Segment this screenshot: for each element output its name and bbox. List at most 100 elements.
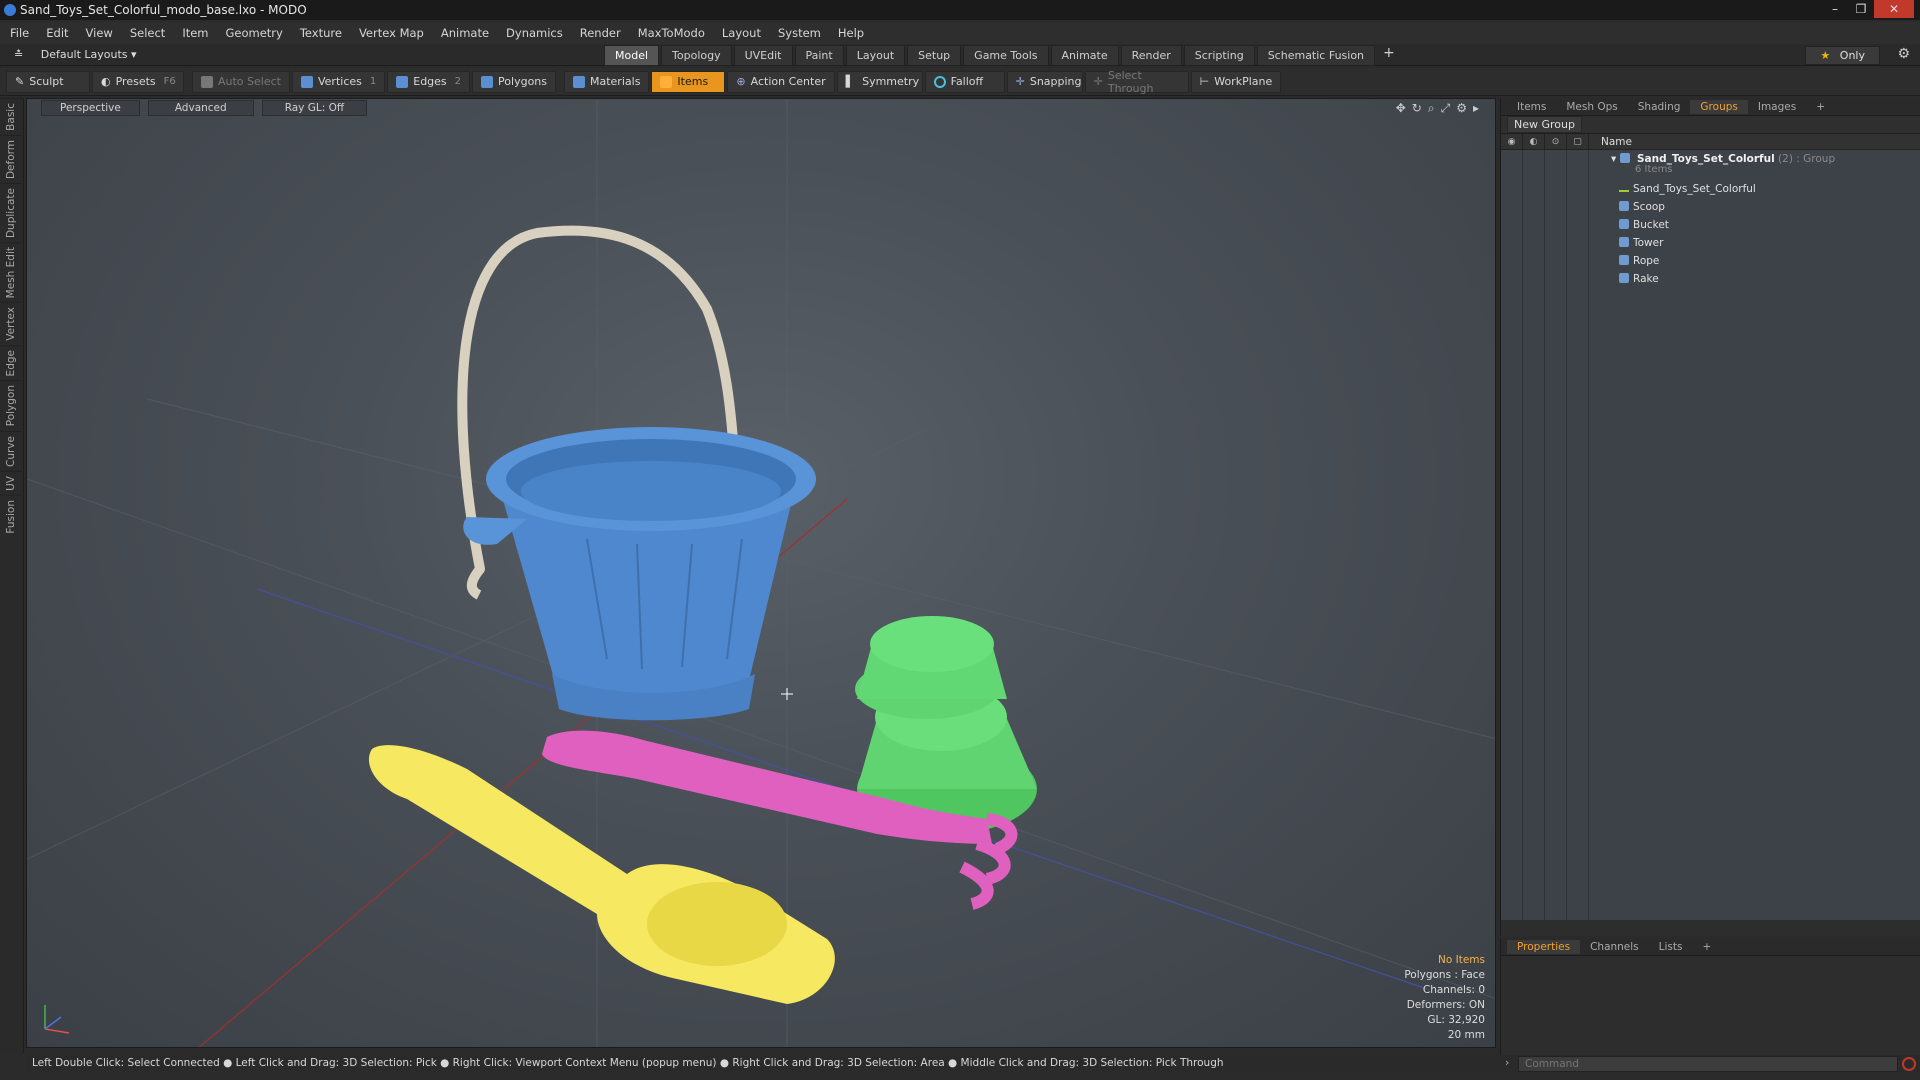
- tab-animate[interactable]: Animate: [1050, 45, 1119, 66]
- add-panel-tab-button[interactable]: +: [1806, 100, 1835, 114]
- tree-item-rake[interactable]: Rake: [1501, 270, 1920, 288]
- tree-item-rope[interactable]: Rope: [1501, 252, 1920, 270]
- workplane-button[interactable]: ⊢ WorkPlane: [1190, 70, 1282, 93]
- tab-layout[interactable]: Layout: [845, 45, 906, 66]
- items-button[interactable]: Items: [651, 70, 726, 93]
- tree-item-locator[interactable]: Sand_Toys_Set_Colorful: [1501, 180, 1920, 198]
- select-through-button[interactable]: ✛ Select Through: [1084, 69, 1189, 95]
- auto-select-button[interactable]: Auto Select: [192, 70, 290, 93]
- tab-uvedit[interactable]: UVEdit: [733, 45, 793, 66]
- tab-scripting[interactable]: Scripting: [1183, 45, 1255, 66]
- vertices-button[interactable]: Vertices 1: [291, 70, 386, 93]
- tab-render[interactable]: Render: [1120, 45, 1182, 66]
- tab-mesh-ops[interactable]: Mesh Ops: [1556, 100, 1627, 114]
- materials-icon: [573, 75, 585, 88]
- viewport-expand-icon[interactable]: ▸: [1473, 101, 1479, 116]
- tab-topology[interactable]: Topology: [661, 45, 732, 66]
- tab-polygon[interactable]: Polygon: [0, 380, 22, 431]
- tree-item-bucket[interactable]: Bucket: [1501, 216, 1920, 234]
- menu-select[interactable]: Select: [130, 26, 165, 40]
- only-toggle-button[interactable]: ★ Only: [1805, 46, 1880, 65]
- expand-arrow-icon[interactable]: ▾: [1611, 153, 1616, 165]
- menu-geometry[interactable]: Geometry: [226, 26, 283, 40]
- tab-paint[interactable]: Paint: [794, 45, 844, 66]
- tab-edge[interactable]: Edge: [0, 344, 22, 381]
- menu-help[interactable]: Help: [838, 26, 864, 40]
- minimize-button[interactable]: –: [1822, 0, 1848, 18]
- select-through-icon: ✛: [1093, 75, 1103, 88]
- menu-texture[interactable]: Texture: [300, 26, 342, 40]
- tab-properties[interactable]: Properties: [1507, 939, 1581, 954]
- render-column-icon[interactable]: ◐: [1523, 134, 1545, 149]
- 3d-viewport[interactable]: Perspective Advanced Ray GL: Off ✥ ↻ ⌕ ⤢…: [26, 98, 1496, 1048]
- fit-view-icon[interactable]: ⤢: [1441, 101, 1451, 116]
- tab-deform[interactable]: Deform: [0, 134, 22, 183]
- tab-duplicate[interactable]: Duplicate: [0, 182, 22, 242]
- add-tab-button[interactable]: +: [1377, 45, 1401, 66]
- gear-icon[interactable]: ⚙: [1897, 46, 1910, 62]
- mesh-icon: [1619, 255, 1629, 265]
- perspective-dropdown[interactable]: Perspective: [41, 100, 140, 116]
- menu-system[interactable]: System: [778, 26, 821, 40]
- menu-dynamics[interactable]: Dynamics: [506, 26, 563, 40]
- tree-item-label: Rope: [1633, 255, 1660, 267]
- visibility-column-icon[interactable]: ◉: [1501, 134, 1523, 149]
- materials-button[interactable]: Materials: [564, 70, 650, 93]
- tab-setup[interactable]: Setup: [907, 45, 962, 66]
- menu-layout[interactable]: Layout: [722, 26, 761, 40]
- action-center-button[interactable]: ⊕ Action Center: [727, 70, 835, 93]
- falloff-button[interactable]: Falloff: [924, 70, 1005, 93]
- menu-edit[interactable]: Edit: [46, 26, 68, 40]
- tab-basic[interactable]: Basic: [0, 98, 22, 135]
- tab-vertex[interactable]: Vertex: [0, 302, 22, 345]
- menu-render[interactable]: Render: [580, 26, 621, 40]
- tab-shading[interactable]: Shading: [1628, 100, 1691, 114]
- tab-lists[interactable]: Lists: [1649, 940, 1693, 954]
- default-layouts-dropdown[interactable]: ≛ Default Layouts ▾: [14, 48, 137, 61]
- tab-channels[interactable]: Channels: [1580, 940, 1649, 954]
- tab-uv[interactable]: UV: [0, 470, 22, 495]
- tab-items[interactable]: Items: [1507, 100, 1556, 114]
- add-properties-tab-button[interactable]: +: [1692, 940, 1721, 954]
- items-icon: [660, 75, 673, 88]
- gl-count-info: GL: 32,920: [1427, 1014, 1485, 1026]
- menu-item[interactable]: Item: [182, 26, 208, 40]
- advanced-dropdown[interactable]: Advanced: [147, 100, 254, 116]
- select-column-icon[interactable]: ▢: [1567, 134, 1589, 149]
- lock-column-icon[interactable]: ⊙: [1545, 134, 1567, 149]
- viewport-settings-icon[interactable]: ⚙: [1456, 101, 1467, 116]
- menu-maxtomodo[interactable]: MaxToModo: [638, 26, 705, 40]
- group-visibility-toggle[interactable]: [1501, 150, 1523, 180]
- status-bar: Left Double Click: Select Connected ● Le…: [26, 1055, 1500, 1071]
- menu-vertex-map[interactable]: Vertex Map: [359, 26, 424, 40]
- menu-file[interactable]: File: [10, 26, 29, 40]
- raygl-dropdown[interactable]: Ray GL: Off: [261, 100, 368, 116]
- sculpt-button[interactable]: ✎ Sculpt: [6, 70, 90, 93]
- menu-animate[interactable]: Animate: [441, 26, 489, 40]
- zoom-view-icon[interactable]: ⌕: [1428, 101, 1435, 116]
- tree-item-tower[interactable]: Tower: [1501, 234, 1920, 252]
- tab-mesh-edit[interactable]: Mesh Edit: [0, 241, 22, 303]
- polygons-button[interactable]: Polygons: [472, 70, 556, 93]
- tab-fusion[interactable]: Fusion: [0, 494, 22, 538]
- group-row[interactable]: ▾ Sand_Toys_Set_Colorful (2) : Group 6 I…: [1501, 150, 1920, 180]
- symmetry-button[interactable]: ▌ Symmetry: [836, 70, 923, 93]
- move-view-icon[interactable]: ✥: [1396, 101, 1406, 116]
- tab-curve[interactable]: Curve: [0, 430, 22, 471]
- snapping-button[interactable]: ✛ Snapping: [1006, 70, 1083, 93]
- new-group-button[interactable]: New Group: [1507, 116, 1582, 133]
- rotate-view-icon[interactable]: ↻: [1412, 101, 1422, 116]
- close-button[interactable]: ✕: [1874, 0, 1914, 18]
- menu-view[interactable]: View: [86, 26, 113, 40]
- tab-game-tools[interactable]: Game Tools: [963, 45, 1049, 66]
- tab-groups[interactable]: Groups: [1690, 99, 1748, 114]
- tab-schematic-fusion[interactable]: Schematic Fusion: [1256, 45, 1376, 66]
- tree-item-scoop[interactable]: Scoop: [1501, 198, 1920, 216]
- presets-button[interactable]: ◐ Presets F6: [92, 70, 184, 93]
- edges-button[interactable]: Edges 2: [387, 70, 471, 93]
- command-input[interactable]: [1518, 1056, 1898, 1072]
- maximize-button[interactable]: ❐: [1848, 0, 1874, 18]
- command-record-icon[interactable]: [1902, 1057, 1916, 1071]
- tab-images[interactable]: Images: [1748, 100, 1806, 114]
- tab-model[interactable]: Model: [604, 45, 660, 66]
